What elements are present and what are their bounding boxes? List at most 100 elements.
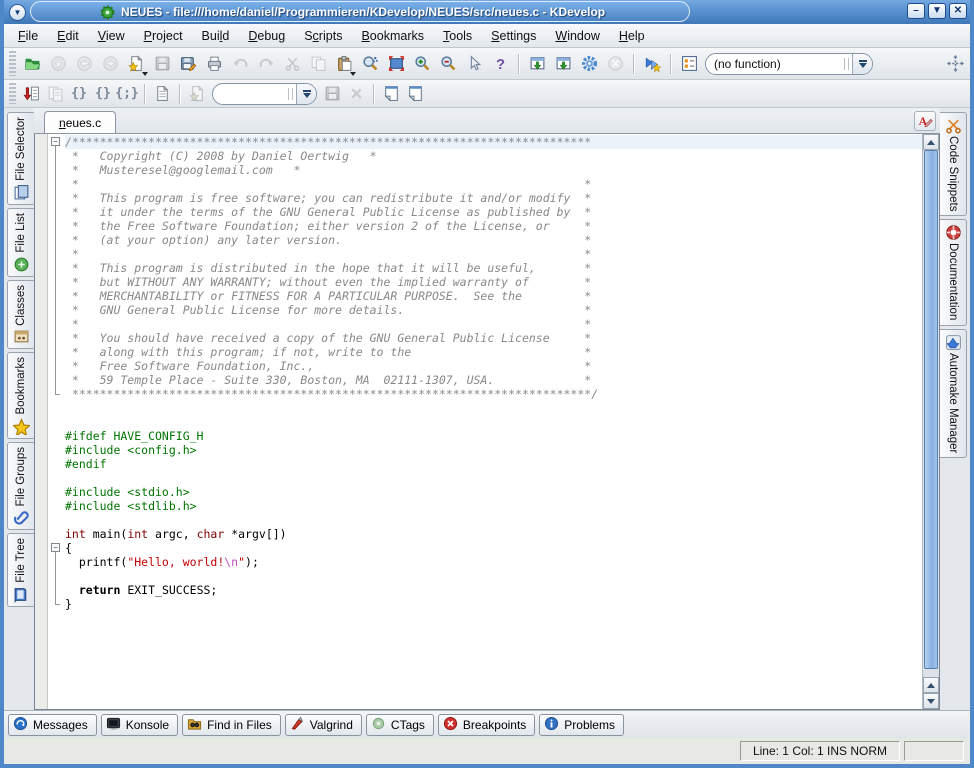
toolbar-drag-handle-icon[interactable]	[942, 51, 968, 77]
menu-project[interactable]: Project	[136, 26, 191, 46]
delete-snippet-icon	[344, 83, 368, 105]
menu-build[interactable]: Build	[194, 26, 238, 46]
build-project-icon[interactable]	[576, 51, 602, 77]
new-window-icon[interactable]	[379, 83, 403, 105]
tree-view-icon[interactable]	[676, 51, 702, 77]
compile-file-icon[interactable]	[524, 51, 550, 77]
code-line-7: * the Free Software Foundation; either v…	[65, 219, 922, 233]
scroll-down-button[interactable]	[923, 693, 939, 709]
scroll-up-button-2[interactable]	[923, 677, 939, 693]
scrollbar-track[interactable]	[923, 150, 939, 677]
cursor-icon[interactable]	[461, 51, 487, 77]
menu-help[interactable]: Help	[611, 26, 653, 46]
menu-tools[interactable]: Tools	[435, 26, 480, 46]
paste-icon[interactable]	[331, 51, 357, 77]
open-file-icon[interactable]	[19, 51, 45, 77]
zoom-in-icon[interactable]	[409, 51, 435, 77]
dock-tab-code-snippets[interactable]: Code Snippets	[940, 112, 967, 216]
code-line-32	[65, 569, 922, 583]
toolbar-separator	[144, 84, 145, 104]
fullscreen-icon[interactable]	[383, 51, 409, 77]
forward-icon	[97, 51, 123, 77]
brace-curly-icon[interactable]: {}	[91, 83, 115, 105]
zoom-out-icon[interactable]	[435, 51, 461, 77]
dock-tab-label: Automake Manager	[947, 353, 959, 453]
menu-view[interactable]: View	[90, 26, 133, 46]
print-icon[interactable]	[201, 51, 227, 77]
code-editor[interactable]: −− /************************************…	[34, 134, 940, 710]
dock-tab-file-groups[interactable]: File Groups	[7, 442, 34, 530]
code-line-33: return EXIT_SUCCESS;	[65, 583, 922, 597]
code-line-10: * This program is distributed in the hop…	[65, 261, 922, 275]
left-dock-bar: File Selector File List ClassesBookmarks Fi…	[4, 108, 34, 710]
window-menu-button[interactable]: ▼	[9, 4, 26, 21]
tab-neues-c[interactable]: neues.c	[44, 111, 116, 133]
dock-tab-bookmarks[interactable]: Bookmarks	[7, 352, 34, 439]
dock-tab-automake-manager[interactable]: Automake Manager	[940, 329, 967, 458]
menu-window[interactable]: Window	[547, 26, 607, 46]
toolbar-separator	[518, 54, 519, 74]
toolbar-separator	[373, 84, 374, 104]
editor-tab-bar: neues.c A	[34, 108, 940, 134]
help-icon[interactable]: ?	[487, 51, 513, 77]
dock-button-find-in-files[interactable]: Find in Files	[182, 714, 281, 736]
dock-tab-file-list[interactable]: File List	[7, 208, 34, 277]
menu-debug[interactable]: Debug	[240, 26, 293, 46]
duplicate-window-icon[interactable]	[403, 83, 427, 105]
menu-edit[interactable]: Edit	[49, 26, 87, 46]
save-as-icon[interactable]	[175, 51, 201, 77]
menu-bar: FileEditViewProjectBuildDebugScriptsBook…	[4, 24, 970, 48]
code-line-29: int main(int argc, char *argv[])	[65, 527, 922, 541]
dock-tab-classes[interactable]: Classes	[7, 280, 34, 350]
function-selector[interactable]: (no function)	[705, 53, 873, 75]
document-icon[interactable]	[150, 83, 174, 105]
back-icon	[71, 51, 97, 77]
snippet-selector-dropdown-arrow[interactable]	[296, 84, 316, 104]
menu-file[interactable]: File	[10, 26, 46, 46]
toolbar-grip[interactable]	[9, 83, 16, 105]
goto-line-icon[interactable]	[19, 83, 43, 105]
menu-scripts[interactable]: Scripts	[296, 26, 350, 46]
execute-program-icon[interactable]	[639, 51, 665, 77]
fold-marker[interactable]: −	[51, 543, 60, 552]
snippet-selector[interactable]	[212, 83, 317, 105]
scrollbar-thumb[interactable]	[924, 150, 938, 669]
menu-settings[interactable]: Settings	[483, 26, 544, 46]
title-bar[interactable]: ▼ NEUES - file:///home/daniel/Programmie…	[4, 0, 970, 24]
dock-button-valgrind[interactable]: Valgrind	[285, 714, 362, 736]
code-line-16: * along with this program; if not, write…	[65, 345, 922, 359]
fold-marker[interactable]: −	[51, 137, 60, 146]
annotate-icon[interactable]: A	[914, 111, 936, 131]
find-icon[interactable]	[357, 51, 383, 77]
brace-round-icon[interactable]: {}	[67, 83, 91, 105]
new-file-icon[interactable]	[123, 51, 149, 77]
code-line-23: #include <config.h>	[65, 443, 922, 457]
dock-tab-file-selector[interactable]: File Selector	[7, 112, 34, 205]
dock-tab-documentation[interactable]: Documentation	[940, 219, 967, 325]
build-target-icon[interactable]	[550, 51, 576, 77]
dock-tab-file-tree[interactable]: File Tree	[7, 533, 34, 607]
function-selector-dropdown-arrow[interactable]	[852, 54, 872, 74]
dock-tab-label: File Groups	[15, 447, 27, 506]
minimize-button[interactable]: –	[907, 3, 925, 19]
code-line-18: * 59 Temple Place - Suite 330, Boston, M…	[65, 373, 922, 387]
toolbar-separator	[633, 54, 634, 74]
dock-button-breakpoints[interactable]: Breakpoints	[438, 714, 535, 736]
code-line-8: * (at your option) any later version. *	[65, 233, 922, 247]
menu-bookmarks[interactable]: Bookmarks	[353, 26, 432, 46]
maximize-button[interactable]: ▼	[928, 3, 946, 19]
dock-button-problems[interactable]: Problems	[539, 714, 624, 736]
toolbar-grip[interactable]	[9, 51, 16, 76]
brace-semi-icon[interactable]: {;}	[115, 83, 139, 105]
dock-button-ctags[interactable]: CTags	[366, 714, 434, 736]
scroll-up-button[interactable]	[923, 134, 939, 150]
dock-button-messages[interactable]: Messages	[8, 714, 97, 736]
code-line-11: * but WITHOUT ANY WARRANTY; without even…	[65, 275, 922, 289]
dock-button-konsole[interactable]: Konsole	[101, 714, 178, 736]
code-folding-margin[interactable]: −−	[48, 134, 65, 709]
toolbar-separator	[179, 84, 180, 104]
vertical-scrollbar[interactable]	[922, 134, 939, 709]
breakpoints-icon	[443, 716, 458, 734]
close-button[interactable]: ✕	[949, 3, 967, 19]
code-text-area[interactable]: /***************************************…	[65, 134, 922, 709]
